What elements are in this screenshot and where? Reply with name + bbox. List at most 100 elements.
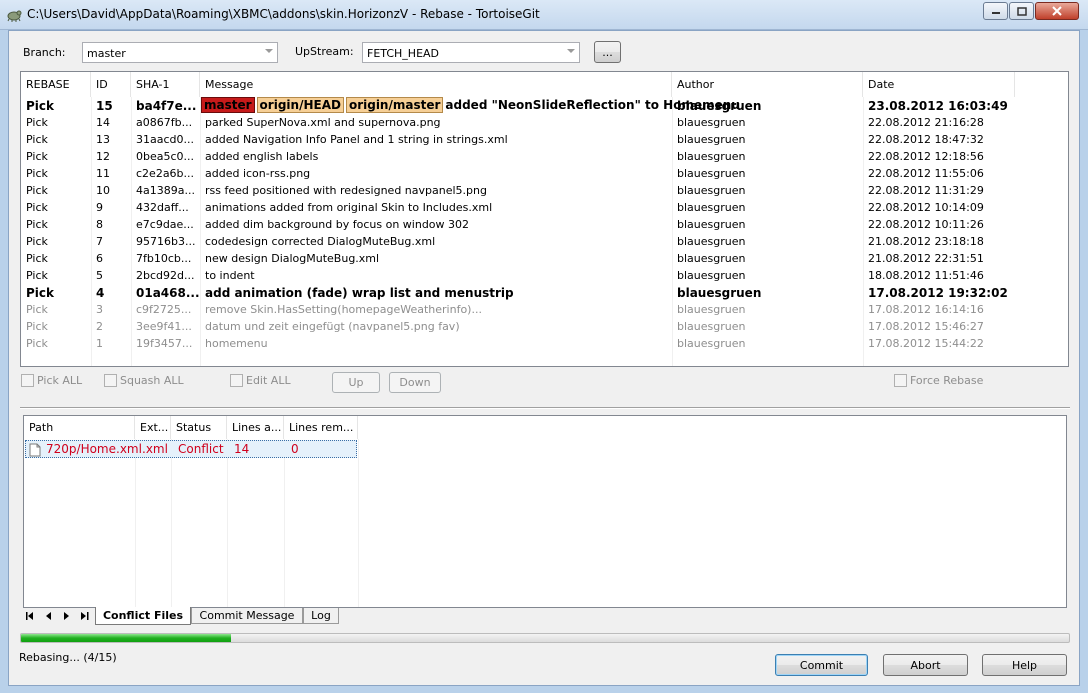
- col-header-ext[interactable]: Ext...: [135, 416, 171, 439]
- commit-list[interactable]: REBASE ID SHA-1 Message Author Date Pick…: [20, 71, 1069, 367]
- maximize-icon: [1016, 6, 1027, 16]
- commit-sha: ba4f7e...: [136, 99, 197, 113]
- ref-tag: master: [201, 97, 255, 113]
- maximize-button[interactable]: [1009, 2, 1034, 20]
- commit-date: 22.08.2012 12:18:56: [868, 150, 984, 163]
- upstream-combo[interactable]: FETCH_HEAD: [362, 42, 580, 63]
- commit-id: 5: [96, 269, 103, 282]
- conflict-file-list[interactable]: Path Ext... Status Lines a... Lines rem.…: [23, 415, 1067, 608]
- commit-row[interactable]: Pick 9 432daff... animations added from ori…: [21, 199, 1068, 216]
- commit-date: 18.08.2012 11:51:46: [868, 269, 984, 282]
- col-header-status[interactable]: Status: [171, 416, 227, 439]
- checkbox-box: [21, 374, 34, 387]
- tab-commit-message[interactable]: Commit Message: [191, 608, 303, 624]
- col-header-sha[interactable]: SHA-1: [131, 72, 200, 97]
- commit-action: Pick: [26, 116, 48, 129]
- pick-all-checkbox[interactable]: Pick ALL: [21, 374, 82, 387]
- tab-conflict-files[interactable]: Conflict Files: [95, 607, 191, 625]
- col-header-date[interactable]: Date: [863, 72, 1015, 97]
- rebase-progress-bar: [20, 633, 1070, 643]
- commit-row[interactable]: Pick 14 a0867fb... parked SuperNova.xml and…: [21, 114, 1068, 131]
- upstream-browse-button[interactable]: ...: [594, 41, 621, 63]
- commit-author: blauesgruen: [677, 320, 746, 333]
- commit-row[interactable]: Pick 5 2bcd92d... to indent blauesgruen 18.08…: [21, 267, 1068, 284]
- commit-date: 17.08.2012 15:44:22: [868, 337, 984, 350]
- commit-date: 22.08.2012 10:14:09: [868, 201, 984, 214]
- commit-id: 10: [96, 184, 110, 197]
- window-title: C:\Users\David\AppData\Roaming\XBMC\addo…: [27, 7, 540, 21]
- minimize-button[interactable]: [983, 2, 1008, 20]
- status-text: Rebasing... (4/15): [19, 651, 117, 664]
- col-header-id[interactable]: ID: [91, 72, 131, 97]
- force-rebase-checkbox[interactable]: Force Rebase: [894, 374, 983, 387]
- tab-log[interactable]: Log: [303, 608, 339, 624]
- squash-all-checkbox[interactable]: Squash ALL: [104, 374, 184, 387]
- force-rebase-label: Force Rebase: [910, 374, 984, 387]
- commit-row[interactable]: Pick 6 7fb10cb... new design DialogMuteBug.…: [21, 250, 1068, 267]
- commit-message: rss feed positioned with redesigned navp…: [205, 184, 487, 197]
- commit-action: Pick: [26, 167, 48, 180]
- file-row[interactable]: 720p/Home.xml .xml Conflict 14 0: [25, 440, 357, 458]
- commit-message: added Navigation Info Panel and 1 string…: [205, 133, 508, 146]
- commit-row[interactable]: Pick 3 c9f2725... remove Skin.HasSetting(ho…: [21, 301, 1068, 318]
- commit-message: new design DialogMuteBug.xml: [205, 252, 380, 265]
- commit-sha: e7c9dae...: [136, 218, 194, 231]
- checkbox-box: [230, 374, 243, 387]
- commit-message: added english labels: [205, 150, 319, 163]
- minimize-icon: [991, 12, 1000, 14]
- commit-message: master origin/HEAD origin/master added "Neo…: [201, 97, 740, 113]
- col-header-lines-added[interactable]: Lines a...: [227, 416, 284, 439]
- commit-row[interactable]: Pick 8 e7c9dae... added dim background by f…: [21, 216, 1068, 233]
- up-button[interactable]: Up: [332, 372, 380, 393]
- col-header-lines-removed[interactable]: Lines rem...: [284, 416, 358, 439]
- col-header-rebase[interactable]: REBASE: [21, 72, 91, 97]
- col-header-author[interactable]: Author: [672, 72, 863, 97]
- tab-bar: Conflict Files Commit Message Log: [23, 607, 1067, 625]
- file-status: Conflict: [178, 442, 224, 456]
- commit-row[interactable]: Pick 10 4a1389a... rss feed positioned with…: [21, 182, 1068, 199]
- title-bar: C:\Users\David\AppData\Roaming\XBMC\addo…: [0, 0, 1088, 30]
- edit-all-checkbox[interactable]: Edit ALL: [230, 374, 291, 387]
- commit-row[interactable]: Pick 1 19f3457... homemenu blauesgruen 17.08.…: [21, 335, 1068, 352]
- commit-id: 7: [96, 235, 103, 248]
- commit-message: datum und zeit eingefügt (navpanel5.png …: [205, 320, 460, 333]
- commit-message: parked SuperNova.xml and supernova.png: [205, 116, 441, 129]
- commit-row[interactable]: Pick 4 01a468... add animation (fade) wrap …: [21, 284, 1068, 301]
- commit-row[interactable]: Pick 15 ba4f7e... master origin/HEAD origin/m…: [21, 97, 1068, 114]
- commit-sha: 0bea5c0...: [136, 150, 195, 163]
- commit-row[interactable]: Pick 7 95716b3... codedesign corrected Dial…: [21, 233, 1068, 250]
- commit-author: blauesgruen: [677, 218, 746, 231]
- branch-combo[interactable]: master: [82, 42, 278, 63]
- close-button[interactable]: [1035, 2, 1079, 20]
- commit-action: Pick: [26, 269, 48, 282]
- commit-date: 22.08.2012 18:47:32: [868, 133, 984, 146]
- file-lines-removed: 0: [291, 442, 299, 456]
- tab-scroll-arrows[interactable]: [25, 611, 91, 621]
- commit-author: blauesgruen: [677, 133, 746, 146]
- down-button[interactable]: Down: [389, 372, 441, 393]
- commit-button[interactable]: Commit: [775, 654, 868, 676]
- help-button[interactable]: Help: [982, 654, 1067, 676]
- ref-tag: origin/HEAD: [256, 97, 344, 113]
- commit-author: blauesgruen: [677, 252, 746, 265]
- col-header-message[interactable]: Message: [200, 72, 672, 97]
- commit-sha: 19f3457...: [136, 337, 193, 350]
- commit-action: Pick: [26, 133, 48, 146]
- commit-sha: 432daff...: [136, 201, 189, 214]
- chevron-down-icon: [567, 49, 575, 53]
- upstream-value: FETCH_HEAD: [367, 47, 440, 60]
- abort-button[interactable]: Abort: [883, 654, 968, 676]
- commit-row[interactable]: Pick 13 31aacd0... added Navigation Info Pa…: [21, 131, 1068, 148]
- commit-sha: 3ee9f41...: [136, 320, 192, 333]
- commit-id: 11: [96, 167, 110, 180]
- commit-row[interactable]: Pick 2 3ee9f41... datum und zeit eingefügt …: [21, 318, 1068, 335]
- commit-row[interactable]: Pick 11 c2e2a6b... added icon-rss.png blaues…: [21, 165, 1068, 182]
- commit-action: Pick: [26, 184, 48, 197]
- commit-date: 23.08.2012 16:03:49: [868, 99, 1008, 113]
- commit-message: add animation (fade) wrap list and menus…: [205, 286, 514, 300]
- col-header-path[interactable]: Path: [24, 416, 135, 439]
- ref-tag: origin/master: [345, 97, 444, 113]
- commit-row[interactable]: Pick 12 0bea5c0... added english labels blau…: [21, 148, 1068, 165]
- file-lines-added: 14: [234, 442, 250, 456]
- commit-author: blauesgruen: [677, 303, 746, 316]
